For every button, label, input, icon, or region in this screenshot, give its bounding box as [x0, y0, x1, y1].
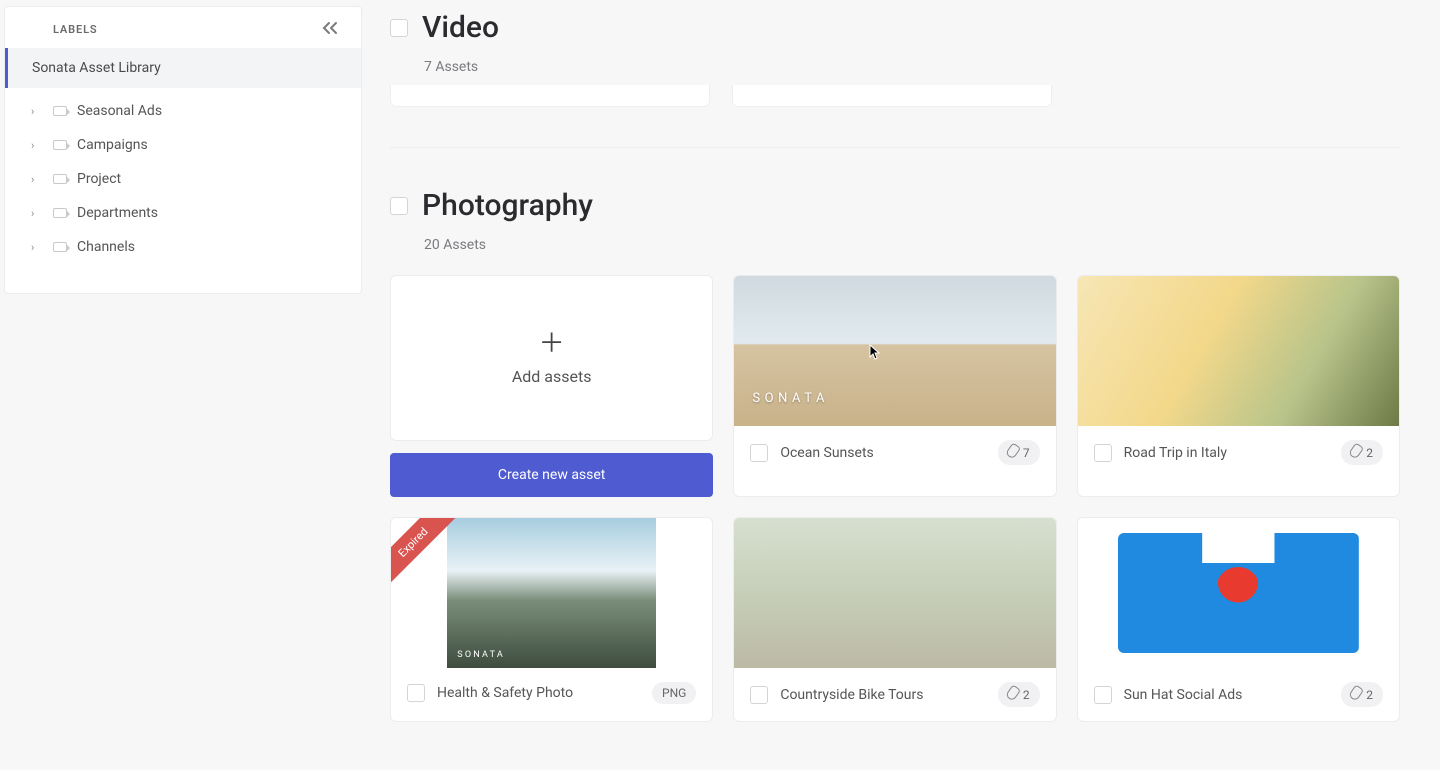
- section-divider: [390, 147, 1400, 148]
- sidebar-item-channels[interactable]: › Channels: [5, 230, 361, 264]
- asset-card-sun-hat[interactable]: Sun Hat Social Ads 2: [1077, 517, 1400, 722]
- asset-checkbox[interactable]: [407, 684, 425, 702]
- video-row-placeholder: [390, 85, 1400, 107]
- badge-value: 7: [1023, 446, 1030, 460]
- sidebar-item-project[interactable]: › Project: [5, 162, 361, 196]
- asset-checkbox[interactable]: [750, 686, 768, 704]
- tag-icon: [53, 174, 67, 184]
- section-video-header: Video: [390, 10, 1400, 45]
- collapse-sidebar-icon[interactable]: [321, 21, 339, 38]
- section-photography-checkbox[interactable]: [390, 197, 408, 215]
- tag-icon: [53, 106, 67, 116]
- format-badge: PNG: [652, 682, 696, 704]
- section-photography-title: Photography: [422, 188, 593, 223]
- attachment-count-badge: 2: [1341, 440, 1383, 465]
- sidebar-item-departments[interactable]: › Departments: [5, 196, 361, 230]
- asset-footer: Countryside Bike Tours 2: [734, 668, 1055, 721]
- badge-value: 2: [1366, 688, 1373, 702]
- photography-grid: ＋ Add assets Create new asset Ocean Suns…: [390, 275, 1400, 722]
- asset-footer: Road Trip in Italy 2: [1078, 426, 1399, 479]
- section-photography-count: 20 Assets: [424, 237, 1400, 253]
- video-card-stub: [390, 85, 710, 107]
- tag-icon: [53, 208, 67, 218]
- asset-thumbnail: [1078, 276, 1399, 426]
- paperclip-icon: [1008, 444, 1018, 461]
- video-card-stub: [732, 85, 1052, 107]
- asset-title: Countryside Bike Tours: [780, 687, 986, 703]
- section-video-title: Video: [422, 10, 499, 45]
- asset-title: Sun Hat Social Ads: [1124, 687, 1330, 703]
- asset-thumbnail: [391, 518, 712, 668]
- tag-icon: [53, 242, 67, 252]
- chevron-right-icon: ›: [31, 207, 43, 220]
- asset-checkbox[interactable]: [1094, 686, 1112, 704]
- asset-card-bike-tours[interactable]: Countryside Bike Tours 2: [733, 517, 1056, 722]
- pool-shape: [1118, 533, 1359, 653]
- asset-thumbnail: [1078, 518, 1399, 668]
- cursor-icon: [869, 344, 881, 360]
- paperclip-icon: [1008, 686, 1018, 703]
- asset-thumbnail-inner: [447, 518, 656, 668]
- asset-thumbnail: [734, 276, 1055, 426]
- sidebar-item-campaigns[interactable]: › Campaigns: [5, 128, 361, 162]
- chevron-right-icon: ›: [31, 241, 43, 254]
- asset-title: Ocean Sunsets: [780, 445, 986, 461]
- paperclip-icon: [1351, 686, 1361, 703]
- badge-value: PNG: [662, 686, 686, 700]
- attachment-count-badge: 2: [998, 682, 1040, 707]
- asset-checkbox[interactable]: [750, 444, 768, 462]
- paperclip-icon: [1351, 444, 1361, 461]
- add-assets-card[interactable]: ＋ Add assets: [390, 275, 713, 441]
- section-video-checkbox[interactable]: [390, 19, 408, 37]
- attachment-count-badge: 2: [1341, 682, 1383, 707]
- create-new-asset-button[interactable]: Create new asset: [390, 453, 713, 497]
- labels-sidebar: LABELS Sonata Asset Library › Seasonal A…: [4, 6, 362, 294]
- add-assets-label: Add assets: [512, 367, 592, 386]
- section-photography-header: Photography: [390, 188, 1400, 223]
- asset-checkbox[interactable]: [1094, 444, 1112, 462]
- sidebar-tree: › Seasonal Ads › Campaigns › Project › D…: [5, 88, 361, 274]
- asset-footer: Health & Safety Photo PNG: [391, 668, 712, 718]
- attachment-count-badge: 7: [998, 440, 1040, 465]
- plus-icon: ＋: [539, 331, 565, 357]
- sidebar-title: LABELS: [53, 23, 98, 36]
- chevron-right-icon: ›: [31, 139, 43, 152]
- sidebar-library-root[interactable]: Sonata Asset Library: [5, 48, 361, 88]
- section-video-count: 7 Assets: [424, 59, 1400, 75]
- add-column: ＋ Add assets Create new asset: [390, 275, 713, 497]
- sidebar-item-label: Campaigns: [77, 137, 148, 153]
- main-content: Video 7 Assets Photography 20 Assets ＋ A…: [362, 0, 1440, 770]
- sidebar-item-label: Departments: [77, 205, 158, 221]
- asset-footer: Sun Hat Social Ads 2: [1078, 668, 1399, 721]
- asset-card-ocean-sunsets[interactable]: Ocean Sunsets 7: [733, 275, 1056, 497]
- asset-footer: Ocean Sunsets 7: [734, 426, 1055, 479]
- sidebar-item-label: Project: [77, 171, 121, 187]
- asset-thumbnail: [734, 518, 1055, 668]
- badge-value: 2: [1023, 688, 1030, 702]
- badge-value: 2: [1366, 446, 1373, 460]
- tag-icon: [53, 140, 67, 150]
- sidebar-item-label: Seasonal Ads: [77, 103, 162, 119]
- sidebar-header: LABELS: [5, 7, 361, 48]
- sidebar-item-label: Channels: [77, 239, 135, 255]
- asset-title: Road Trip in Italy: [1124, 445, 1330, 461]
- section-photography: Photography 20 Assets ＋ Add assets Creat…: [390, 188, 1400, 722]
- chevron-right-icon: ›: [31, 105, 43, 118]
- section-video: Video 7 Assets: [390, 10, 1400, 107]
- asset-title: Health & Safety Photo: [437, 685, 640, 701]
- asset-card-road-trip[interactable]: Road Trip in Italy 2: [1077, 275, 1400, 497]
- asset-card-health-safety[interactable]: Expired Health & Safety Photo PNG: [390, 517, 713, 722]
- sidebar-item-seasonal-ads[interactable]: › Seasonal Ads: [5, 94, 361, 128]
- chevron-right-icon: ›: [31, 173, 43, 186]
